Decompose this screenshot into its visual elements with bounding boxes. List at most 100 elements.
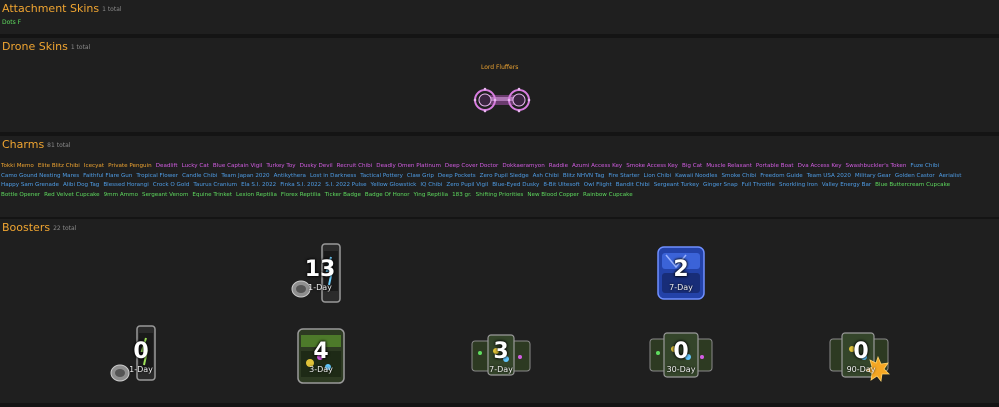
charm-item[interactable]: Recruit Chibi (337, 162, 373, 172)
charm-item[interactable]: Blue Captain Vigil (213, 162, 262, 172)
charm-item[interactable]: Blitz NHVN Tag (563, 172, 605, 182)
charm-item[interactable]: Muscle Relaxant (706, 162, 752, 172)
charm-item[interactable]: Zero Pupil Vigil (446, 181, 488, 191)
booster-item[interactable]: 13 1-Day (285, 241, 355, 305)
charm-item[interactable]: 183 gr. (452, 191, 472, 201)
booster-item[interactable]: 0 1-Day (106, 323, 176, 387)
charm-item[interactable]: Smoke Chibi (721, 172, 756, 182)
charm-item[interactable]: Badge Of Honor (365, 191, 410, 201)
charm-item[interactable]: Dva Access Key (798, 162, 842, 172)
charm-item[interactable]: S.I. 2022 Pulse (325, 181, 366, 191)
charm-item[interactable]: Finka S.I. 2022 (280, 181, 321, 191)
drone-skin-name[interactable]: Lord Fluffers (481, 64, 518, 71)
charm-item[interactable]: Lucky Cat (182, 162, 209, 172)
charms-list: Tokki Memo Elite Blitz Chibi Icecyat Privat… (1, 162, 996, 200)
booster-item[interactable]: 0 90-Day (826, 323, 896, 387)
charm-item[interactable]: Camo Gound Nesting Mares (1, 172, 79, 182)
charm-item[interactable]: Elite Blitz Chibi (38, 162, 80, 172)
booster-count: 0 (853, 339, 869, 364)
charm-item[interactable]: Crock O Gold (153, 181, 190, 191)
charm-item[interactable]: Deadly Omen Platinum (376, 162, 441, 172)
charm-item[interactable]: Deep Pockets (438, 172, 476, 182)
charm-item[interactable]: Military Gear (855, 172, 891, 182)
charm-item[interactable]: Lost in Darkness (310, 172, 356, 182)
charm-item[interactable]: Private Penguin (108, 162, 152, 172)
charm-item[interactable]: Icecyat (84, 162, 104, 172)
charm-item[interactable]: Sergeant Venom (142, 191, 188, 201)
charm-item[interactable]: Equine Trinket (192, 191, 232, 201)
charm-item[interactable]: Ying Reptilia (414, 191, 449, 201)
attachment-skins-section: Attachment Skins 1 total Dots F (0, 0, 999, 34)
charm-item[interactable]: Portable Boat (756, 162, 794, 172)
booster-item[interactable]: 3 7-Day (466, 323, 536, 387)
charm-item[interactable]: Tactical Pottery (360, 172, 403, 182)
charm-item[interactable]: Deadlift (156, 162, 178, 172)
charm-item[interactable]: Team Japan 2020 (221, 172, 269, 182)
charm-item[interactable]: Full Throttle (742, 181, 775, 191)
charm-item[interactable]: Snorkling Iron (779, 181, 818, 191)
boosters-section: Boosters 22 total 13 1-Day 2 7-Day 0 1-D… (0, 219, 999, 403)
drone-skins-section: Drone Skins 1 total Lord Fluffers (0, 38, 999, 132)
charm-item[interactable]: Owl Flight (584, 181, 612, 191)
charm-item[interactable]: Sergeant Turkey (654, 181, 699, 191)
attachment-skins-title: Attachment Skins 1 total (2, 2, 122, 15)
charm-item[interactable]: Aerialist (939, 172, 962, 182)
boosters-count: 22 total (53, 225, 77, 232)
charm-item[interactable]: New Blood Copper (527, 191, 579, 201)
charm-item[interactable]: Happy Sam Grenade (1, 181, 59, 191)
charm-item[interactable]: Turkey Toy (266, 162, 295, 172)
charm-item[interactable]: Raddie (549, 162, 568, 172)
charm-item[interactable]: Smoke Access Key (626, 162, 678, 172)
attachment-skin-item[interactable]: Dots F (2, 19, 21, 26)
charm-item[interactable]: Ginger Snap (703, 181, 738, 191)
charm-item[interactable]: Tokki Memo (1, 162, 34, 172)
charm-item[interactable]: Shifting Priorities (476, 191, 524, 201)
charm-item[interactable]: Valley Energy Bar (822, 181, 871, 191)
booster-count: 0 (133, 339, 149, 364)
charm-item[interactable]: Azumi Access Key (572, 162, 622, 172)
charm-item[interactable]: Dokkaeramyon (502, 162, 544, 172)
charm-item[interactable]: Dusky Devil (300, 162, 333, 172)
charm-item[interactable]: Freedom Guide (760, 172, 803, 182)
charm-item[interactable]: Zero Pupil Sledge (480, 172, 529, 182)
charm-item[interactable]: Alibi Dog Tag (63, 181, 99, 191)
booster-item[interactable]: 0 30-Day (646, 323, 716, 387)
charm-item[interactable]: Fire Starter (608, 172, 639, 182)
charm-item[interactable]: Candle Chibi (182, 172, 217, 182)
charm-item[interactable]: Ela S.I. 2022 (241, 181, 276, 191)
charm-item[interactable]: Red Velvet Cupcake (44, 191, 100, 201)
charm-item[interactable]: Faithful Flare Gun (83, 172, 132, 182)
charm-item[interactable]: IQ Chibi (420, 181, 442, 191)
charm-item[interactable]: Swashbuckler's Token (846, 162, 907, 172)
charm-item[interactable]: Blue-Eyed Dusky (492, 181, 539, 191)
booster-item[interactable]: 4 3-Day (286, 323, 356, 387)
charm-item[interactable]: Bandit Chibi (616, 181, 650, 191)
charm-item[interactable]: Fuze Chibi (910, 162, 939, 172)
booster-count: 4 (313, 339, 329, 364)
charm-item[interactable]: Lion Chibi (644, 172, 672, 182)
charm-item[interactable]: Antikythera (274, 172, 306, 182)
charm-item[interactable]: Yellow Glowstick (371, 181, 417, 191)
drone-skin-icon[interactable] (472, 81, 532, 119)
charm-item[interactable]: Florex Reptilia (281, 191, 321, 201)
charm-item[interactable]: Blessed Horangi (103, 181, 148, 191)
charm-item[interactable]: Bottle Opener (1, 191, 40, 201)
booster-duration: 30-Day (666, 365, 696, 374)
charm-item[interactable]: Tropical Flower (136, 172, 178, 182)
charm-item[interactable]: Golden Castor (895, 172, 935, 182)
charm-item[interactable]: Kawaii Noodles (675, 172, 717, 182)
charm-item[interactable]: Rainbow Cupcake (583, 191, 633, 201)
charm-item[interactable]: Blue Buttercream Cupcake (875, 181, 950, 191)
charm-item[interactable]: Ash Chibi (533, 172, 559, 182)
charm-item[interactable]: Lexion Reptilia (236, 191, 277, 201)
charm-item[interactable]: 9mm Ammo (104, 191, 138, 201)
charm-item[interactable]: Ticker Badge (325, 191, 361, 201)
charm-item[interactable]: Big Cat (682, 162, 702, 172)
charm-item[interactable]: 8-Bit Ultesoft (543, 181, 579, 191)
charm-item[interactable]: Claw Grip (407, 172, 434, 182)
charm-item[interactable]: Deep Cover Doctor (445, 162, 498, 172)
booster-item[interactable]: 2 7-Day (646, 241, 716, 305)
booster-count: 0 (673, 339, 689, 364)
charm-item[interactable]: Team USA 2020 (807, 172, 851, 182)
charm-item[interactable]: Taurus Cranium (193, 181, 237, 191)
